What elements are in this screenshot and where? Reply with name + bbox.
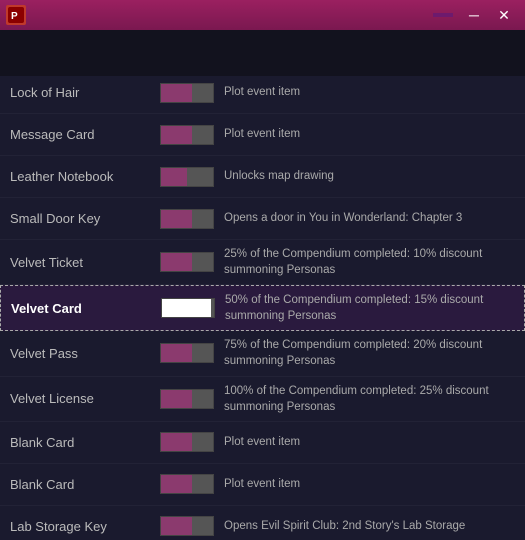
list-item[interactable]: Velvet Ticket 25% of the Compendium compl…	[0, 240, 525, 285]
quantity-box[interactable]	[160, 125, 214, 145]
quantity-fill	[161, 390, 192, 408]
quantity-track[interactable]	[160, 516, 214, 536]
item-name: Blank Card	[10, 477, 150, 492]
app-icon: P	[6, 5, 26, 25]
item-desc: 75% of the Compendium completed: 20% dis…	[224, 337, 515, 369]
item-name: Leather Notebook	[10, 169, 150, 184]
item-name: Lock of Hair	[10, 85, 150, 100]
list-item[interactable]: Small Door Key Opens a door in You in Won…	[0, 198, 525, 240]
tab-inventory[interactable]	[36, 45, 64, 61]
menu-bar	[373, 13, 453, 17]
quantity-track[interactable]	[160, 252, 214, 272]
quantity-box[interactable]	[160, 516, 214, 536]
quantity-track[interactable]	[160, 474, 214, 494]
menu-help[interactable]	[413, 13, 433, 17]
menu-load[interactable]	[373, 13, 393, 17]
items-scroll-area[interactable]: Lock of Hair Plot event item Message Card P…	[0, 76, 525, 540]
minimize-button[interactable]: ─	[459, 0, 489, 30]
title-bar: P ─ ✕	[0, 0, 525, 30]
quantity-box[interactable]	[160, 83, 214, 103]
item-desc: Plot event item	[224, 126, 515, 142]
quantity-track[interactable]	[160, 167, 214, 187]
quantity-box[interactable]	[160, 474, 214, 494]
tab-key-items[interactable]	[64, 45, 92, 61]
quantity-track[interactable]	[160, 209, 214, 229]
item-desc: Plot event item	[224, 476, 515, 492]
item-desc: Plot event item	[224, 434, 515, 450]
window-controls: ─ ✕	[459, 0, 519, 30]
quantity-box[interactable]	[160, 209, 214, 229]
quantity-fill	[161, 344, 192, 362]
list-item[interactable]: Blank Card Plot event item	[0, 464, 525, 506]
quantity-fill	[161, 433, 192, 451]
list-item[interactable]: Velvet License 100% of the Compendium com…	[0, 377, 525, 422]
quantity-fill	[161, 475, 192, 493]
item-name: Velvet Card	[11, 301, 151, 316]
close-button[interactable]: ✕	[489, 0, 519, 30]
item-name: Small Door Key	[10, 211, 150, 226]
item-name: Velvet Ticket	[10, 255, 150, 270]
item-desc: Opens a door in You in Wonderland: Chapt…	[224, 210, 515, 226]
quantity-track[interactable]	[161, 298, 215, 318]
item-desc: Unlocks map drawing	[224, 168, 515, 184]
quantity-track[interactable]	[160, 389, 214, 409]
item-desc: 25% of the Compendium completed: 10% dis…	[224, 246, 515, 278]
quantity-fill	[161, 253, 192, 271]
quantity-track[interactable]	[160, 83, 214, 103]
item-desc: 100% of the Compendium completed: 25% di…	[224, 383, 515, 415]
nav-tabs	[0, 30, 525, 76]
quantity-fill	[161, 517, 192, 535]
list-item[interactable]: Message Card Plot event item	[0, 114, 525, 156]
quantity-fill	[161, 210, 192, 228]
list-item[interactable]: Blank Card Plot event item	[0, 422, 525, 464]
menu-donate[interactable]	[433, 13, 453, 17]
quantity-fill	[161, 84, 192, 102]
item-name: Velvet License	[10, 391, 150, 406]
svg-text:P: P	[11, 11, 18, 22]
list-item[interactable]: Leather Notebook Unlocks map drawing	[0, 156, 525, 198]
item-name: Blank Card	[10, 435, 150, 450]
list-item[interactable]: Velvet Card 50% of the Compendium complet…	[0, 285, 525, 331]
quantity-box[interactable]	[160, 167, 214, 187]
quantity-box[interactable]	[161, 298, 215, 318]
list-item[interactable]: Lock of Hair Plot event item	[0, 76, 525, 114]
item-name: Velvet Pass	[10, 346, 150, 361]
quantity-fill	[161, 126, 192, 144]
item-name: Lab Storage Key	[10, 519, 150, 534]
quantity-track[interactable]	[160, 343, 214, 363]
list-item[interactable]: Velvet Pass 75% of the Compendium complet…	[0, 331, 525, 376]
main-area: Lock of Hair Plot event item Message Card P…	[0, 76, 525, 540]
tab-characters[interactable]	[8, 45, 36, 61]
quantity-track[interactable]	[160, 432, 214, 452]
tab-general[interactable]	[92, 45, 120, 61]
quantity-box[interactable]	[160, 432, 214, 452]
quantity-box[interactable]	[160, 252, 214, 272]
list-item[interactable]: Lab Storage Key Opens Evil Spirit Club: 2…	[0, 506, 525, 540]
menu-save[interactable]	[393, 13, 413, 17]
quantity-fill	[162, 299, 211, 317]
quantity-box[interactable]	[160, 389, 214, 409]
item-desc: 50% of the Compendium completed: 15% dis…	[225, 292, 514, 324]
quantity-box[interactable]	[160, 343, 214, 363]
item-desc: Plot event item	[224, 84, 515, 100]
item-name: Message Card	[10, 127, 150, 142]
quantity-track[interactable]	[160, 125, 214, 145]
quantity-fill	[161, 168, 187, 186]
item-desc: Opens Evil Spirit Club: 2nd Story's Lab …	[224, 518, 515, 534]
